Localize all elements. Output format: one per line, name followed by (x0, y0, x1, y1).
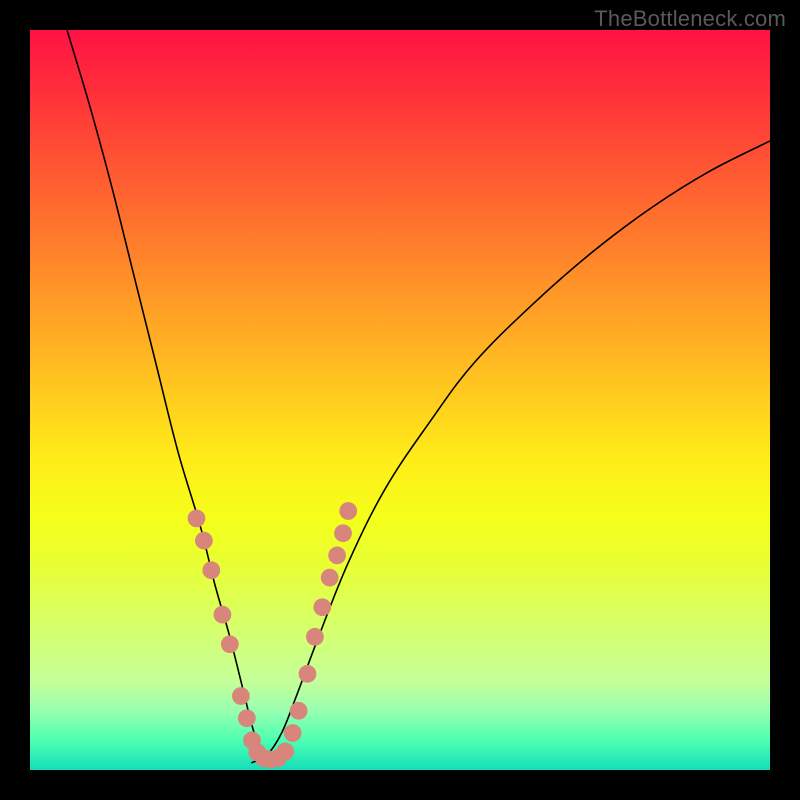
left-branch-curve (67, 30, 282, 763)
right-branch-curve (252, 141, 770, 763)
data-marker (202, 561, 220, 579)
outer-frame: TheBottleneck.com (0, 0, 800, 800)
data-marker (195, 532, 213, 550)
data-marker (299, 665, 317, 683)
curve-layer (30, 30, 770, 770)
data-marker (290, 702, 308, 720)
data-marker (214, 606, 232, 624)
data-marker (328, 547, 346, 565)
data-marker (188, 510, 206, 528)
data-marker (339, 502, 357, 520)
plot-area (30, 30, 770, 770)
data-marker (238, 709, 256, 727)
data-marker (276, 743, 294, 761)
data-marker (306, 628, 324, 646)
data-marker (334, 524, 352, 542)
data-marker (232, 687, 250, 705)
data-marker (221, 635, 239, 653)
data-marker (321, 569, 339, 587)
watermark-text: TheBottleneck.com (594, 6, 786, 32)
marker-group (188, 502, 357, 768)
data-marker (313, 598, 331, 616)
data-marker (284, 724, 302, 742)
